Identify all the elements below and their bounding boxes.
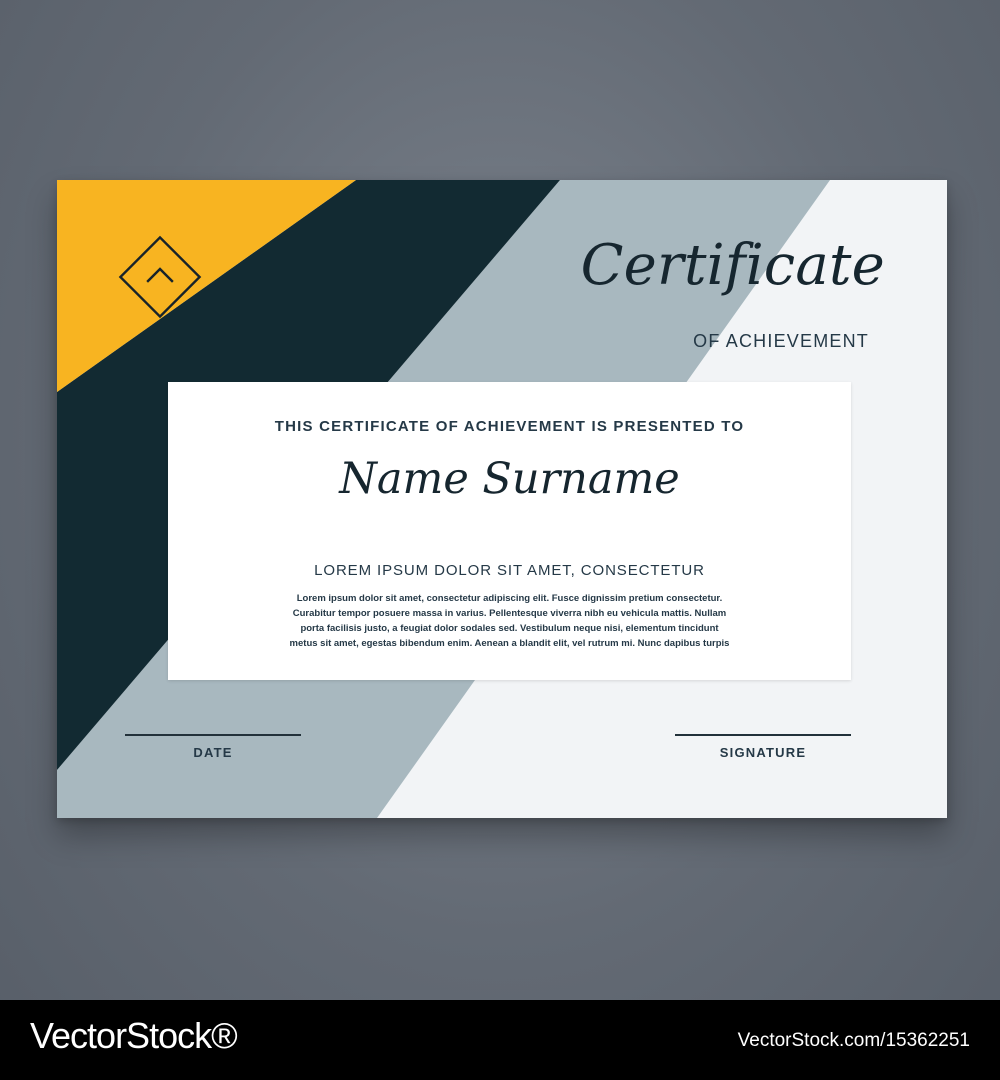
body-line: Curabitur tempor posuere massa in varius… <box>292 608 727 619</box>
body-line: metus sit amet, egestas bibendum enim. A… <box>289 638 730 649</box>
date-line <box>125 734 301 736</box>
certificate-content-panel: THIS CERTIFICATE OF ACHIEVEMENT IS PRESE… <box>168 382 851 680</box>
vectorstock-id: VectorStock.com/15362251 <box>737 1030 970 1051</box>
body-line: porta facilisis justo, a feugiat dolor s… <box>300 623 719 634</box>
presented-to-line: THIS CERTIFICATE OF ACHIEVEMENT IS PRESE… <box>274 418 745 435</box>
date-label: DATE <box>193 745 233 760</box>
certificate-title: Certificate <box>580 233 885 298</box>
watermark-footer: VectorStock® VectorStock.com/15362251 <box>0 1000 1000 1080</box>
body-line: Lorem ipsum dolor sit amet, consectetur … <box>296 593 723 604</box>
recipient-name: Name Surname <box>339 454 680 504</box>
vectorstock-brand: VectorStock® <box>30 1015 238 1056</box>
artboard: Certificate OF ACHIEVEMENT THIS CERTIFIC… <box>0 0 1000 1000</box>
body-headline: LOREM IPSUM DOLOR SIT AMET, CONSECTETUR <box>314 562 705 579</box>
signature-label: SIGNATURE <box>719 745 807 760</box>
certificate-card: Certificate OF ACHIEVEMENT THIS CERTIFIC… <box>57 180 947 818</box>
body-paragraph: Lorem ipsum dolor sit amet, consectetur … <box>192 591 827 651</box>
signature-line <box>675 734 851 736</box>
certificate-subtitle: OF ACHIEVEMENT <box>693 331 869 351</box>
diamond-chevron-icon <box>118 235 202 319</box>
